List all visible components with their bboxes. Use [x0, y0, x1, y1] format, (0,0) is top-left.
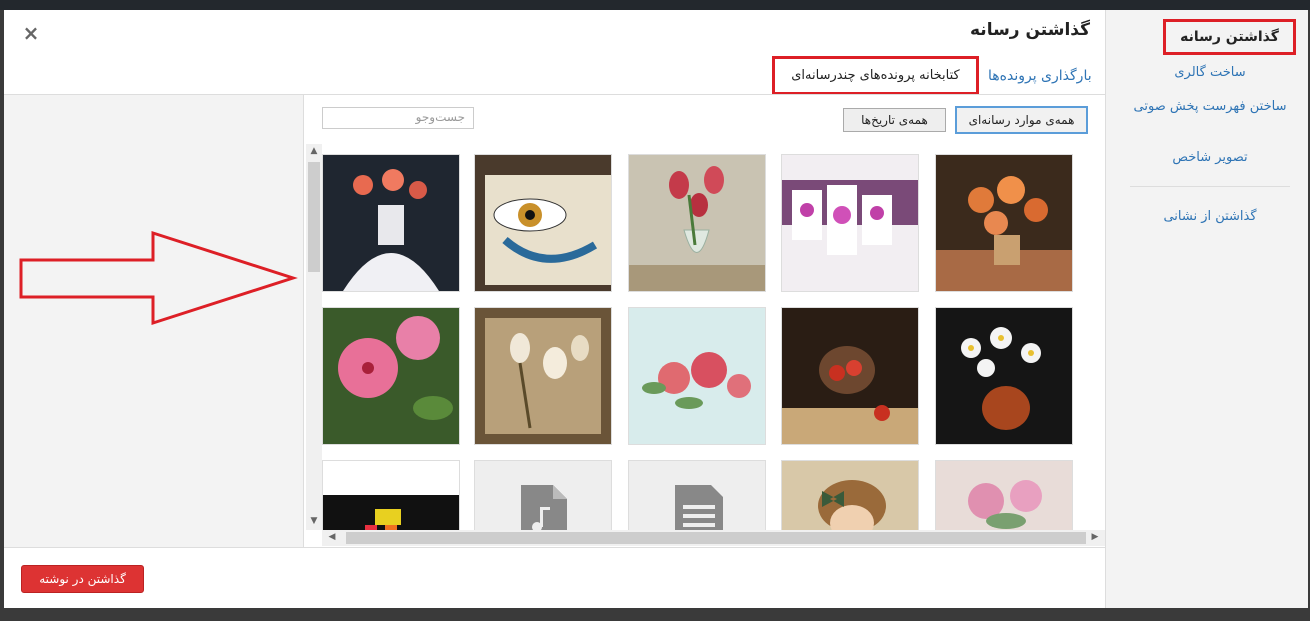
media-item-painted-eye[interactable] — [474, 154, 612, 292]
audio-file-icon — [521, 485, 567, 530]
menu-insert-from-url[interactable]: گذاشتن از نشانی — [1130, 207, 1290, 226]
search-input[interactable]: جست‌وجو — [322, 107, 474, 129]
media-item-pink-peonies[interactable] — [935, 460, 1073, 530]
media-item-roses-watercolor[interactable] — [628, 307, 766, 445]
media-item-orchid-canvas-art[interactable] — [781, 154, 919, 292]
grid-vertical-scrollbar[interactable]: ▲ ▼ — [306, 144, 322, 530]
media-item-sepia-tulips[interactable] — [474, 307, 612, 445]
scroll-right-icon[interactable]: ▶ — [1087, 532, 1103, 542]
media-modal: گذاشتن رسانه ساخت گالری ساختن فهرست پخش … — [4, 10, 1308, 608]
media-item-girl-with-bow[interactable] — [781, 460, 919, 530]
attachments-grid — [322, 144, 1105, 530]
document-icon — [675, 485, 723, 530]
frame-title: گذاشتن رسانه — [970, 20, 1090, 40]
scroll-down-icon[interactable]: ▼ — [306, 516, 322, 526]
media-item-fruit-glass-bowl[interactable] — [781, 307, 919, 445]
media-item-audio-file[interactable] — [474, 460, 612, 530]
media-item-pink-hibiscus[interactable] — [322, 307, 460, 445]
close-icon[interactable]: × — [20, 22, 42, 44]
tab-upload-files[interactable]: بارگذاری پرونده‌ها — [988, 68, 1092, 84]
media-item-daisies-brown-vase[interactable] — [935, 307, 1073, 445]
vertical-scroll-thumb[interactable] — [308, 162, 320, 272]
admin-bar — [0, 0, 1310, 10]
menu-featured-image[interactable]: تصویر شاخص — [1130, 148, 1290, 167]
scroll-up-icon[interactable]: ▲ — [306, 146, 322, 156]
filter-dates-select[interactable]: همه‌ی تاریخ‌ها — [843, 108, 946, 132]
grid-horizontal-scrollbar[interactable]: ◀ ▶ — [322, 530, 1105, 546]
filter-media-type-select[interactable]: همه‌ی موارد رسانه‌ای — [955, 106, 1088, 134]
media-item-document-file[interactable] — [628, 460, 766, 530]
media-item-tulips-glass-vase[interactable] — [628, 154, 766, 292]
media-item-flower-woman-vase[interactable] — [322, 154, 460, 292]
menu-create-audio-playlist[interactable]: ساختن فهرست پخش صوتی — [1130, 97, 1290, 116]
menu-insert-media[interactable]: گذاشتن رسانه — [1163, 19, 1296, 55]
menu-create-gallery[interactable]: ساخت گالری — [1130, 63, 1290, 82]
arrow-right-annotation-icon — [19, 230, 298, 326]
scroll-left-icon[interactable]: ◀ — [324, 532, 340, 542]
media-item-orange-flowers-vase[interactable] — [935, 154, 1073, 292]
attachment-details-sidebar — [4, 95, 304, 547]
media-frame-menu: گذاشتن رسانه ساخت گالری ساختن فهرست پخش … — [1105, 10, 1308, 608]
horizontal-scroll-thumb[interactable] — [346, 532, 1086, 544]
menu-separator — [1130, 186, 1290, 187]
media-frame-toolbar: گذاشتن در نوشته — [4, 547, 1105, 608]
tab-media-library[interactable]: کتابخانه پرونده‌های چندرسانه‌ای — [772, 56, 979, 95]
insert-into-post-button[interactable]: گذاشتن در نوشته — [21, 565, 144, 593]
media-item-dark-colorful-image[interactable] — [322, 460, 460, 530]
